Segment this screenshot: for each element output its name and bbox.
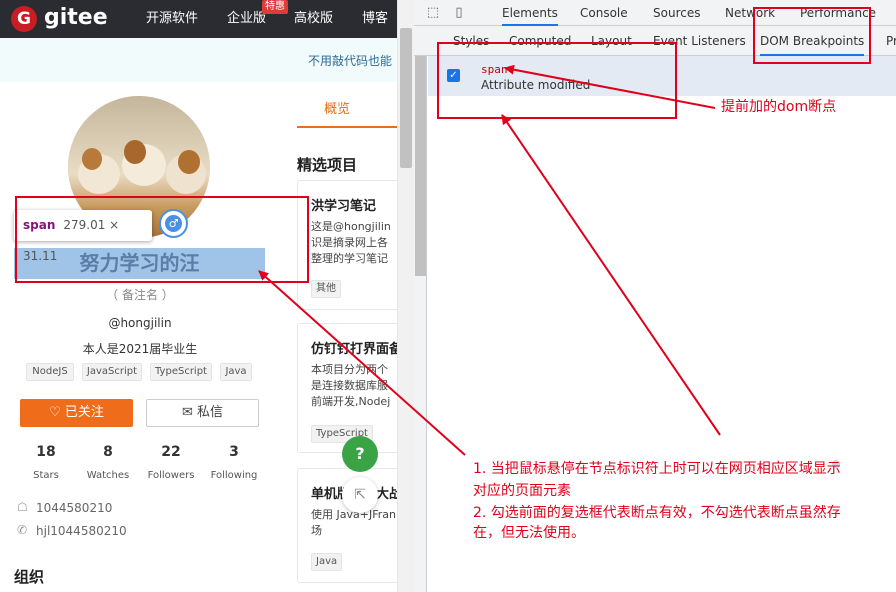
gitee-page: G gitee 开源软件 企业版 特惠 高校版 博客 不用敲代码也能 ♂ 努力学… xyxy=(0,0,398,592)
annotation-note: 1. 当把鼠标悬停在节点标识符上时可以在网页相应区域显示 xyxy=(473,461,841,477)
skill-tag[interactable]: JavaScript xyxy=(82,363,142,381)
org-heading: 组织 xyxy=(14,568,45,586)
tab-overview[interactable]: 概览 xyxy=(297,96,397,128)
help-button[interactable]: ? xyxy=(342,436,378,472)
tab-elements[interactable]: Elements xyxy=(502,0,558,26)
overview-label: 概览 xyxy=(324,102,351,117)
project-desc: 本项目分为两个 是连接数据库服 前端开发,Nodej xyxy=(311,362,398,410)
project-card[interactable]: 洪学习笔记 这是@hongjilin 识是摘录网上各 整理的学习笔记 其他 xyxy=(297,180,398,310)
elements-scrollbar[interactable] xyxy=(414,56,427,592)
page-scrollbar[interactable] xyxy=(397,0,414,592)
subtab-computed[interactable]: Computed xyxy=(509,26,571,56)
project-tag[interactable]: Java xyxy=(311,553,343,571)
stat-label[interactable]: Stars xyxy=(16,470,76,481)
message-label: 私信 xyxy=(197,405,224,420)
skill-tag[interactable]: Java xyxy=(220,363,252,381)
inspect-element-icon[interactable]: ⬚ xyxy=(424,4,442,22)
elements-scrollbar-thumb[interactable] xyxy=(415,56,426,276)
qq-number: 1044580210 xyxy=(36,501,113,515)
breakpoint-row[interactable]: ✓ span Attribute modified xyxy=(428,56,896,96)
desc-line: 识是摘录网上各 xyxy=(311,236,388,249)
devtools-tabbar: ⬚ ▯ Elements Console Sources Network Per… xyxy=(414,0,896,26)
puppy-shape xyxy=(178,150,200,174)
profile-handle: @hongjilin xyxy=(108,316,172,330)
gitee-logo-icon[interactable]: G xyxy=(11,6,37,32)
desc-line: 整理的学习笔记 xyxy=(311,252,388,265)
gitee-logo-text[interactable]: gitee xyxy=(44,5,108,31)
qq-icon: ☖ xyxy=(17,500,28,514)
project-title[interactable]: 仿钉钉打界面备 xyxy=(311,338,398,357)
top-nav: G gitee 开源软件 企业版 特惠 高校版 博客 xyxy=(0,0,398,38)
nav-enterprise[interactable]: 企业版 xyxy=(227,0,266,38)
message-button[interactable]: ✉ 私信 xyxy=(146,399,259,427)
followed-button[interactable]: ♡ 已关注 xyxy=(20,399,133,427)
nav-blog[interactable]: 博客 xyxy=(362,0,388,38)
screenshot-root: G gitee 开源软件 企业版 特惠 高校版 博客 不用敲代码也能 ♂ 努力学… xyxy=(0,0,896,592)
followed-label: 已关注 xyxy=(64,405,104,420)
stat-value[interactable]: 8 xyxy=(78,444,138,460)
project-desc: 这是@hongjilin 识是摘录网上各 整理的学习笔记 xyxy=(311,219,398,267)
breakpoint-checkbox[interactable]: ✓ xyxy=(447,69,460,82)
tab-sources[interactable]: Sources xyxy=(653,0,700,26)
nav-hot-badge: 特惠 xyxy=(262,0,288,14)
stat-label[interactable]: Followers xyxy=(141,470,201,481)
subtab-styles[interactable]: Styles xyxy=(453,26,489,56)
banner-text[interactable]: 不用敲代码也能 xyxy=(308,52,392,69)
breakpoint-type: Attribute modified xyxy=(481,78,591,92)
annotation-note: 2. 勾选前面的复选框代表断点有效，不勾选代表断点虽然存 xyxy=(473,505,841,521)
subtab-event-listeners[interactable]: Event Listeners xyxy=(653,26,746,56)
tab-console[interactable]: Console xyxy=(580,0,628,26)
wechat-icon: ✆ xyxy=(17,523,28,537)
share-button[interactable]: ⇱ xyxy=(342,477,378,513)
stat-value[interactable]: 18 xyxy=(16,444,76,460)
tooltip-tag: span xyxy=(23,218,56,232)
desc-line: 本项目分为两个 xyxy=(311,363,388,376)
desc-line: 场 xyxy=(311,524,322,537)
annotation-note: 对应的页面元素 xyxy=(473,483,571,499)
puppy-shape xyxy=(124,140,146,164)
skill-tag[interactable]: NodeJS xyxy=(26,363,74,381)
annotation-label: 提前加的dom断点 xyxy=(721,99,837,115)
element-inspect-tooltip: span 279.01 × 31.11 xyxy=(14,210,152,263)
desc-line: 是连接数据库服 xyxy=(311,379,388,392)
page-scrollbar-thumb[interactable] xyxy=(400,28,412,168)
profile-bio: 本人是2021届毕业生 xyxy=(82,342,198,356)
stat-label[interactable]: Watches xyxy=(78,470,138,481)
wechat-id: hjl1044580210 xyxy=(36,524,127,538)
nav-open-source[interactable]: 开源软件 xyxy=(146,0,198,38)
breakpoint-node[interactable]: span xyxy=(481,63,508,76)
stat-label[interactable]: Following xyxy=(204,470,264,481)
subtab-layout[interactable]: Layout xyxy=(591,26,632,56)
project-card[interactable]: 仿钉钉打界面备 本项目分为两个 是连接数据库服 前端开发,Nodej TypeS… xyxy=(297,323,398,453)
puppy-shape xyxy=(82,148,102,170)
stat-value[interactable]: 22 xyxy=(141,444,201,460)
annotation-note: 在，但无法使用。 xyxy=(473,525,585,541)
male-icon: ♂ xyxy=(165,215,182,232)
subtab-dom-breakpoints[interactable]: DOM Breakpoints xyxy=(760,26,865,56)
remark-name[interactable]: （ 备注名 ） xyxy=(0,286,280,303)
tab-performance[interactable]: Performance xyxy=(800,0,876,26)
project-tag[interactable]: 其他 xyxy=(311,280,341,298)
desc-line: 这是@hongjilin xyxy=(311,220,391,233)
skill-tag[interactable]: TypeScript xyxy=(150,363,212,381)
mail-icon: ✉ xyxy=(181,405,197,420)
stat-value[interactable]: 3 xyxy=(204,444,264,460)
share-icon: ⇱ xyxy=(354,487,366,503)
gender-badge: ♂ xyxy=(159,209,188,238)
desc-line: 前端开发,Nodej xyxy=(311,395,391,408)
featured-heading: 精选项目 xyxy=(297,156,358,174)
tab-network[interactable]: Network xyxy=(725,0,775,26)
device-toolbar-icon[interactable]: ▯ xyxy=(450,4,468,22)
promo-banner: 不用敲代码也能 xyxy=(0,38,398,82)
project-title[interactable]: 洪学习笔记 xyxy=(311,195,376,214)
nav-university[interactable]: 高校版 xyxy=(294,0,333,38)
sidebar-subtabs: Styles Computed Layout Event Listeners D… xyxy=(414,26,896,56)
heart-icon: ♡ xyxy=(49,405,65,420)
subtab-properties[interactable]: Pr xyxy=(886,26,896,56)
